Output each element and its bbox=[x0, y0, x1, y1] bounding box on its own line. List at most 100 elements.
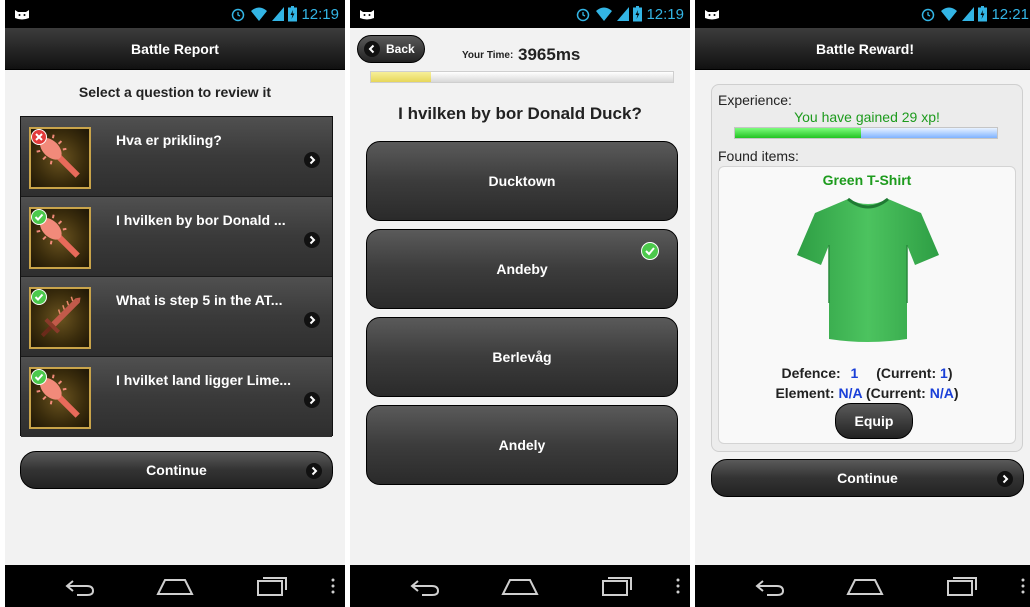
element-current-value: N/A bbox=[929, 385, 954, 401]
element-current-label: (Current: bbox=[865, 385, 926, 401]
status-time: 12:19 bbox=[301, 5, 339, 23]
status-bar: 12:19 bbox=[5, 0, 345, 28]
correct-icon bbox=[31, 209, 47, 225]
arrow-right-icon bbox=[304, 312, 320, 328]
question-item-4[interactable]: I hvilket land ligger Lime... bbox=[21, 357, 332, 437]
question-text: What is step 5 in the AT... bbox=[116, 292, 283, 308]
answer-option-2[interactable]: Andeby bbox=[366, 229, 678, 309]
menu-dots-icon[interactable] bbox=[1021, 578, 1025, 594]
answer-option-1[interactable]: Ducktown bbox=[366, 141, 678, 221]
battery-icon bbox=[633, 6, 643, 22]
page-title: Battle Reward! bbox=[695, 28, 1030, 70]
recent-apps-icon[interactable] bbox=[600, 575, 634, 597]
spiked-club-icon bbox=[29, 207, 91, 269]
question-item-1[interactable]: Hva er prikling? bbox=[21, 117, 332, 197]
menu-dots-icon[interactable] bbox=[676, 578, 680, 594]
equip-button[interactable]: Equip bbox=[835, 403, 913, 439]
sword-icon bbox=[29, 287, 91, 349]
wrong-icon bbox=[31, 129, 47, 145]
question-text: I hvilket land ligger Lime... bbox=[116, 372, 292, 388]
correct-icon bbox=[641, 242, 659, 260]
question-review-screen: 12:19 Back Your Time: 3965ms I hvilken b… bbox=[350, 0, 690, 607]
spiked-club-icon bbox=[29, 127, 91, 189]
alarm-icon bbox=[232, 8, 245, 22]
green-tshirt-icon bbox=[797, 197, 939, 342]
time-progress-fill bbox=[371, 72, 432, 82]
battle-reward-screen: 12:21 Battle Reward! Experience: You hav… bbox=[695, 0, 1030, 607]
review-toolbar: Back Your Time: 3965ms bbox=[350, 28, 690, 94]
question-list: Hva er prikling? I hvilken by bor Donald… bbox=[20, 116, 333, 437]
home-nav-icon[interactable] bbox=[845, 576, 885, 596]
review-prompt: Select a question to review it bbox=[78, 84, 272, 100]
question-item-3[interactable]: What is step 5 in the AT... bbox=[21, 277, 332, 357]
recent-apps-icon[interactable] bbox=[255, 575, 289, 597]
answer-label: Berlevåg bbox=[492, 349, 552, 365]
status-time: 12:21 bbox=[991, 5, 1029, 23]
continue-label: Continue bbox=[146, 462, 207, 478]
xp-progress-fill bbox=[735, 128, 861, 138]
xp-message: You have gained 29 xp! bbox=[794, 109, 940, 125]
answer-label: Andeby bbox=[496, 261, 548, 277]
navigation-bar bbox=[695, 565, 1030, 607]
recent-apps-icon[interactable] bbox=[945, 575, 979, 597]
defence-current-label: (Current: bbox=[876, 365, 937, 381]
back-button[interactable]: Back bbox=[357, 35, 425, 63]
defence-close-paren: ) bbox=[947, 365, 953, 381]
continue-button[interactable]: Continue bbox=[711, 459, 1024, 497]
correct-icon bbox=[31, 289, 47, 305]
signal-icon bbox=[617, 7, 630, 21]
arrow-right-icon bbox=[304, 392, 320, 408]
battery-icon bbox=[978, 6, 988, 22]
navigation-bar bbox=[5, 565, 345, 607]
menu-dots-icon[interactable] bbox=[331, 578, 335, 594]
answer-option-3[interactable]: Berlevåg bbox=[366, 317, 678, 397]
item-name: Green T-Shirt bbox=[822, 172, 912, 188]
found-items-label: Found items: bbox=[718, 148, 799, 164]
question-title: I hvilken by bor Donald Duck? bbox=[398, 104, 642, 123]
element-close-paren: ) bbox=[953, 385, 959, 401]
answer-label: Ducktown bbox=[488, 173, 556, 189]
status-time: 12:19 bbox=[646, 5, 684, 23]
arrow-left-icon bbox=[364, 41, 380, 57]
back-nav-icon[interactable] bbox=[63, 575, 97, 597]
arrow-right-icon bbox=[304, 152, 320, 168]
back-nav-icon[interactable] bbox=[408, 575, 442, 597]
item-card: Green T-Shirt Defence: 1 (Current: 1) El… bbox=[718, 166, 1016, 444]
wifi-icon bbox=[596, 7, 613, 21]
time-value: 3965ms bbox=[518, 45, 581, 64]
spiked-club-icon bbox=[29, 367, 91, 429]
correct-icon bbox=[31, 369, 47, 385]
defence-value: 1 bbox=[850, 365, 859, 381]
reward-panel: Experience: You have gained 29 xp! Found… bbox=[711, 84, 1023, 452]
status-bar: 12:21 bbox=[695, 0, 1030, 28]
question-text: I hvilken by bor Donald ... bbox=[116, 212, 286, 228]
equip-label: Equip bbox=[854, 413, 894, 429]
signal-icon bbox=[272, 7, 285, 21]
defence-current-value: 1 bbox=[940, 365, 948, 381]
wifi-icon bbox=[941, 7, 958, 21]
back-nav-icon[interactable] bbox=[753, 575, 787, 597]
continue-label: Continue bbox=[837, 470, 898, 486]
status-bar: 12:19 bbox=[350, 0, 690, 28]
xp-progress-bar bbox=[734, 127, 998, 139]
android-cat-icon bbox=[705, 10, 719, 20]
answer-option-4[interactable]: Andely bbox=[366, 405, 678, 485]
back-label: Back bbox=[386, 42, 415, 56]
arrow-right-icon bbox=[304, 232, 320, 248]
time-progress-bar bbox=[370, 71, 674, 83]
continue-button[interactable]: Continue bbox=[20, 451, 333, 489]
alarm-icon bbox=[922, 8, 935, 22]
home-nav-icon[interactable] bbox=[155, 576, 195, 596]
question-item-2[interactable]: I hvilken by bor Donald ... bbox=[21, 197, 332, 277]
battle-report-screen: 12:19 Battle Report Select a question to… bbox=[5, 0, 345, 607]
android-cat-icon bbox=[360, 10, 374, 20]
home-nav-icon[interactable] bbox=[500, 576, 540, 596]
arrow-right-icon bbox=[997, 471, 1013, 487]
wifi-icon bbox=[251, 7, 268, 21]
navigation-bar bbox=[350, 565, 690, 607]
answer-label: Andely bbox=[498, 437, 546, 453]
android-cat-icon bbox=[15, 10, 29, 20]
alarm-icon bbox=[577, 8, 590, 22]
defence-label: Defence: bbox=[781, 365, 841, 381]
element-stat: Element: N/A (Current: N/A) bbox=[719, 385, 1015, 401]
